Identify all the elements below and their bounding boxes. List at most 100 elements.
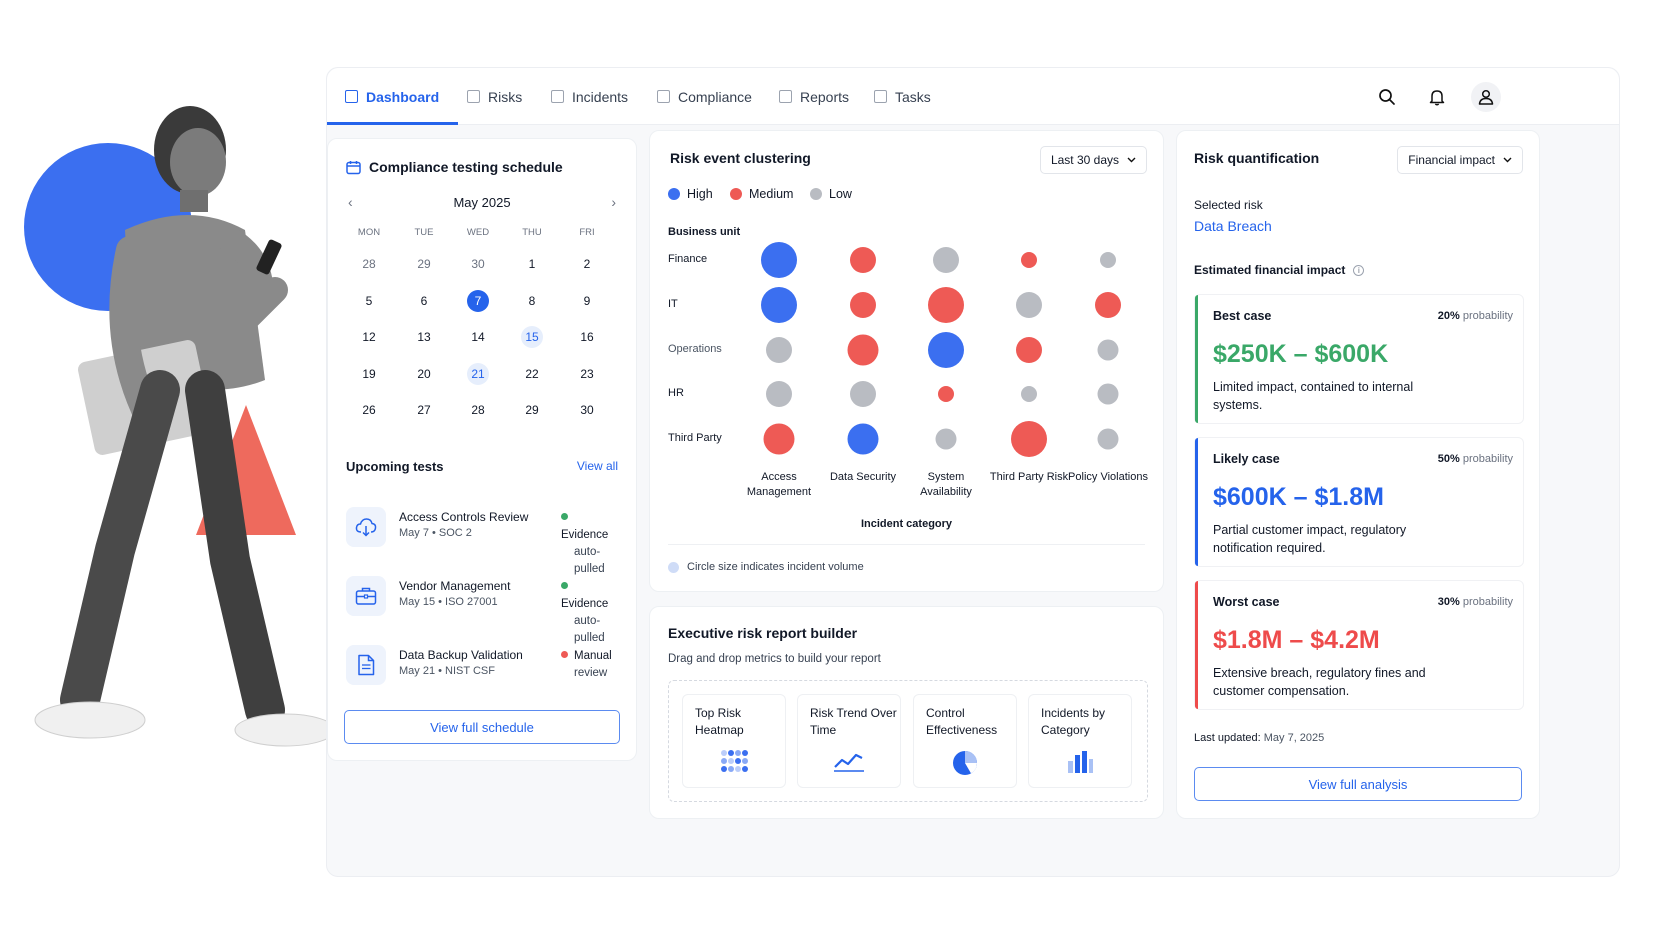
bubble-high[interactable]: [761, 287, 797, 323]
calendar-day[interactable]: 29: [521, 399, 543, 421]
user-icon[interactable]: [1471, 82, 1501, 112]
selected-risk-link[interactable]: Data Breach: [1194, 218, 1272, 234]
scenario-card[interactable]: Worst case 30% probability $1.8M – $4.2M Ex…: [1194, 580, 1524, 710]
calendar-day[interactable]: 29: [413, 253, 435, 275]
calendar-day[interactable]: 19: [358, 363, 380, 385]
metric-risk-trend[interactable]: Risk Trend Over Time: [797, 694, 901, 788]
bubble-high[interactable]: [761, 242, 797, 278]
scenario-range: $250K – $600K: [1213, 340, 1389, 368]
tab-tasks[interactable]: Tasks: [874, 68, 931, 125]
bubble-medium[interactable]: [1095, 292, 1121, 318]
calendar-day[interactable]: 22: [521, 363, 543, 385]
bubble-medium[interactable]: [850, 292, 876, 318]
tab-risks[interactable]: Risks: [467, 68, 522, 125]
date-range-dropdown[interactable]: Last 30 days: [1039, 146, 1147, 174]
calendar-day[interactable]: 7: [467, 289, 489, 312]
bubble-low[interactable]: [935, 428, 957, 450]
bubble-medium[interactable]: [763, 423, 795, 455]
calendar-day[interactable]: 1: [521, 253, 543, 275]
lock-icon: [467, 90, 480, 103]
bubble-medium[interactable]: [1016, 337, 1042, 363]
calendar-day[interactable]: 15: [521, 326, 543, 348]
calendar-day[interactable]: 23: [576, 363, 598, 385]
probability-word: probability: [1462, 310, 1513, 322]
calendar-day[interactable]: 26: [358, 399, 380, 421]
calendar-day[interactable]: 5: [358, 290, 380, 312]
calendar-day[interactable]: 28: [467, 399, 489, 421]
metric-control-effectiveness[interactable]: Control Effectiveness: [913, 694, 1017, 788]
metric-top-risk-heatmap[interactable]: Top Risk Heatmap: [682, 694, 786, 788]
tab-compliance[interactable]: Compliance: [657, 68, 752, 125]
scenario-range: $1.8M – $4.2M: [1213, 626, 1380, 654]
bubble-low[interactable]: [766, 337, 792, 363]
bubble-medium[interactable]: [1011, 421, 1047, 457]
calendar-icon: [345, 90, 358, 103]
test-meta: May 15 • ISO 27001: [399, 596, 498, 608]
calendar-day[interactable]: 2: [576, 253, 598, 275]
legend-swatch: [730, 188, 742, 200]
metrics-dropzone[interactable]: Top Risk Heatmap Risk Trend Over Time Co…: [668, 680, 1148, 802]
calendar-day[interactable]: 13: [413, 326, 435, 348]
bubble-medium[interactable]: [850, 247, 876, 273]
calendar-day[interactable]: 9: [576, 290, 598, 312]
calendar-day[interactable]: 28: [358, 253, 380, 275]
calendar-day[interactable]: 20: [413, 363, 435, 385]
impact-heading: Estimated financial impact i: [1194, 263, 1365, 277]
bubble-high[interactable]: [847, 423, 879, 455]
calendar-day[interactable]: 21: [467, 362, 489, 385]
row-label: Third Party: [668, 432, 722, 444]
test-item[interactable]: Access Controls Review May 7 • SOC 2 Evide…: [346, 502, 621, 575]
bubble-low[interactable]: [1100, 252, 1116, 268]
chevron-right-icon[interactable]: ›: [611, 194, 616, 210]
tab-reports[interactable]: Reports: [779, 68, 849, 125]
test-item[interactable]: Data Backup Validation May 21 • NIST CSF M…: [346, 640, 621, 690]
bubble-low[interactable]: [766, 381, 792, 407]
view-all-link[interactable]: View all: [577, 459, 618, 473]
pie-chart-icon: [914, 749, 1016, 777]
calendar-day[interactable]: 8: [521, 290, 543, 312]
bubble-medium[interactable]: [928, 287, 964, 323]
bubble-low[interactable]: [1097, 383, 1119, 405]
bubble-low[interactable]: [850, 381, 876, 407]
divider: [668, 544, 1145, 545]
calendar-day[interactable]: 6: [413, 290, 435, 312]
bell-icon[interactable]: [1424, 84, 1450, 110]
tab-incidents[interactable]: Incidents: [551, 68, 628, 125]
info-icon[interactable]: i: [1353, 264, 1365, 276]
bubble-low[interactable]: [1016, 292, 1042, 318]
search-icon[interactable]: [1374, 84, 1400, 110]
bubble-low[interactable]: [933, 247, 959, 273]
tab-dashboard[interactable]: Dashboard: [345, 68, 439, 125]
metric-incidents-by-category[interactable]: Incidents by Category: [1028, 694, 1132, 788]
calendar-day[interactable]: 30: [467, 253, 489, 275]
scenario-card[interactable]: Best case 20% probability $250K – $600K Lim…: [1194, 294, 1524, 424]
calendar-day[interactable]: 27: [413, 399, 435, 421]
bubble-high[interactable]: [928, 332, 964, 368]
calendar-day[interactable]: 16: [576, 326, 598, 348]
view-full-analysis-button[interactable]: View full analysis: [1194, 767, 1522, 801]
calendar-day[interactable]: 30: [576, 399, 598, 421]
tab-label: Reports: [800, 88, 850, 105]
chevron-down-icon: [1503, 157, 1512, 163]
row-label: Operations: [668, 343, 722, 355]
bubble-low[interactable]: [1097, 428, 1119, 450]
calendar-day[interactable]: 14: [467, 326, 489, 348]
bubble-medium[interactable]: [938, 386, 954, 402]
bubble-low[interactable]: [1021, 386, 1037, 402]
test-name: Access Controls Review: [399, 510, 529, 524]
bubble-low[interactable]: [1097, 339, 1119, 361]
impact-heading-text: Estimated financial impact: [1194, 263, 1346, 277]
impact-type-dropdown[interactable]: Financial impact: [1397, 146, 1523, 174]
scenario-description: Limited impact, contained to internal sy…: [1213, 380, 1414, 412]
tab-label: Risks: [488, 88, 523, 105]
status-badge: Evidence auto-pulled: [561, 510, 621, 578]
bubble-medium[interactable]: [1021, 252, 1037, 268]
task-icon: [874, 90, 887, 103]
scenario-card[interactable]: Likely case 50% probability $600K – $1.8M P…: [1194, 437, 1524, 567]
calendar-day[interactable]: 12: [358, 326, 380, 348]
test-item[interactable]: Vendor Management May 15 • ISO 27001 Evide…: [346, 571, 621, 644]
probability-word: probability: [1462, 596, 1513, 608]
view-full-schedule-button[interactable]: View full schedule: [344, 710, 620, 744]
bubble-medium[interactable]: [847, 334, 879, 366]
status-line: Manual: [561, 648, 612, 665]
